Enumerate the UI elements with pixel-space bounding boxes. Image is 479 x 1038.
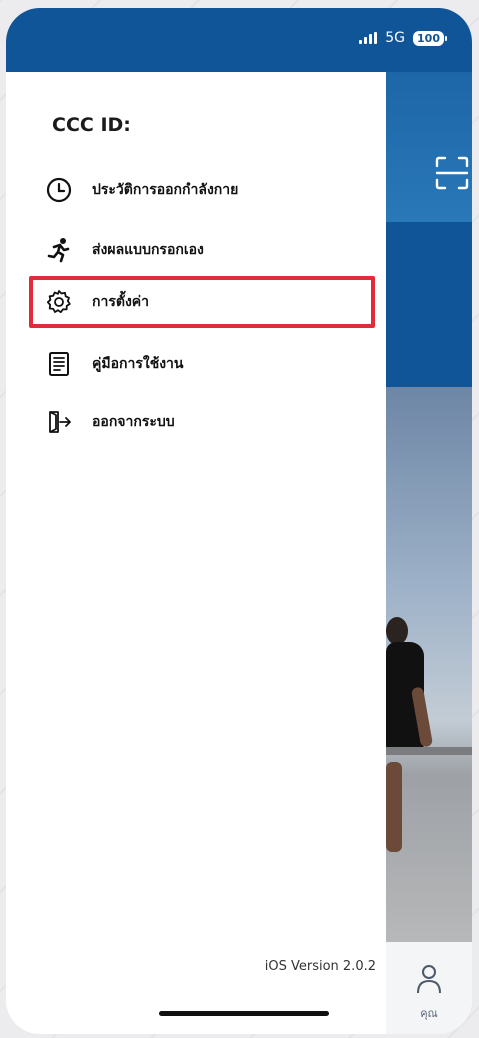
menu-item-user-manual[interactable]: คู่มือการใช้งาน — [46, 344, 366, 384]
menu-label: ส่งผลแบบกรอกเอง — [92, 242, 204, 258]
running-icon — [46, 237, 72, 263]
clock-icon — [46, 177, 72, 203]
menu-item-manual-submit[interactable]: ส่งผลแบบกรอกเอง — [46, 230, 366, 270]
signal-icon — [359, 32, 378, 44]
settings-highlight-box — [29, 276, 375, 328]
home-indicator[interactable] — [159, 1011, 329, 1016]
user-icon[interactable] — [416, 964, 442, 994]
menu-item-exercise-history[interactable]: ประวัติการออกกำลังกาย — [46, 170, 366, 210]
menu-label: ประวัติการออกกำลังกาย — [92, 182, 239, 198]
side-drawer: CCC ID: ประวัติการออกกำลังกาย ส่งผลแบบกร… — [6, 72, 386, 1034]
qr-scan-icon[interactable] — [435, 156, 469, 190]
menu-label: คู่มือการใช้งาน — [92, 356, 184, 372]
logout-icon — [46, 409, 72, 435]
promo-card[interactable] — [386, 222, 472, 531]
document-icon — [46, 351, 72, 377]
background-screen: คุณ — [386, 72, 472, 1034]
status-indicators: 5G 100 — [359, 30, 447, 46]
header-area — [386, 72, 472, 222]
tab-bar: คุณ — [386, 942, 472, 1034]
battery-icon: 100 — [413, 30, 447, 46]
phone-screen: 5G 100 คุณ CCC ID: ประวัติการออกกำลังกาย… — [6, 8, 472, 1034]
runner-photo — [386, 387, 472, 942]
app-version: iOS Version 2.0.2 — [264, 959, 376, 974]
tab-profile-label[interactable]: คุณ — [386, 1004, 472, 1022]
status-bar: 5G 100 — [6, 8, 472, 72]
menu-item-logout[interactable]: ออกจากระบบ — [46, 402, 366, 442]
ccc-id-title: CCC ID: — [52, 114, 131, 136]
network-label: 5G — [385, 30, 406, 46]
menu-label: ออกจากระบบ — [92, 414, 175, 430]
